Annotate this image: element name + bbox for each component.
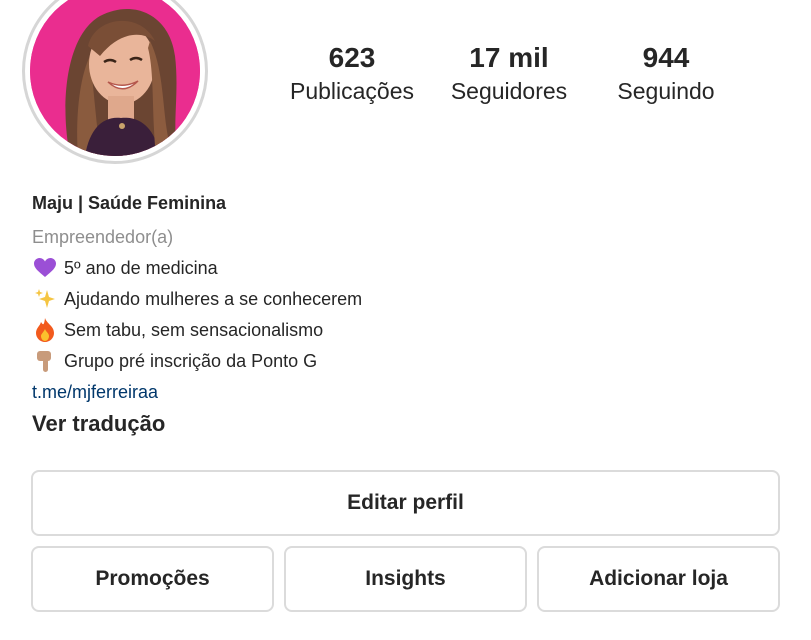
avatar[interactable] bbox=[30, 0, 200, 156]
bio-line: Ajudando mulheres a se conhecerem bbox=[32, 286, 792, 312]
insights-button[interactable]: Insights bbox=[284, 546, 527, 612]
fire-icon bbox=[32, 317, 58, 343]
followers-label: Seguidores bbox=[450, 78, 568, 104]
profile-name: Maju | Saúde Feminina bbox=[32, 193, 227, 213]
avatar-photo bbox=[30, 0, 200, 156]
bio-line-text: Grupo pré inscrição da Ponto G bbox=[64, 351, 318, 371]
pointing-down-hand-icon bbox=[32, 348, 58, 374]
bio-line-text: 5º ano de medicina bbox=[64, 258, 218, 278]
posts-count: 623 bbox=[328, 42, 376, 73]
promotions-button[interactable]: Promoções bbox=[31, 546, 274, 612]
stat-following[interactable]: 944 Seguindo bbox=[591, 40, 741, 106]
edit-profile-button[interactable]: Editar perfil bbox=[31, 470, 780, 536]
bio-line-text: Sem tabu, sem sensacionalismo bbox=[64, 320, 324, 340]
bio-line: Sem tabu, sem sensacionalismo bbox=[32, 317, 792, 343]
bio-line: Grupo pré inscrição da Ponto G bbox=[32, 348, 792, 374]
profile-bio: Maju | Saúde Feminina Empreendedor(a) 5º… bbox=[32, 190, 792, 439]
stat-followers[interactable]: 17 mil Seguidores bbox=[434, 40, 584, 106]
add-shop-button[interactable]: Adicionar loja bbox=[537, 546, 780, 612]
followers-count: 17 mil bbox=[469, 42, 549, 73]
profile-category: Empreendedor(a) bbox=[32, 227, 174, 247]
stat-posts[interactable]: 623 Publicações bbox=[277, 40, 427, 106]
bio-link[interactable]: t.me/mjferreiraa bbox=[32, 379, 792, 405]
see-translation-link[interactable]: Ver tradução bbox=[32, 409, 792, 439]
following-label: Seguindo bbox=[617, 78, 715, 104]
following-count: 944 bbox=[642, 42, 690, 73]
bio-line: 5º ano de medicina bbox=[32, 255, 792, 281]
sparkles-icon bbox=[32, 286, 58, 312]
posts-label: Publicações bbox=[289, 78, 415, 104]
avatar-ring[interactable] bbox=[22, 0, 208, 164]
bio-line-text: Ajudando mulheres a se conhecerem bbox=[64, 289, 363, 309]
purple-heart-icon bbox=[32, 255, 58, 281]
